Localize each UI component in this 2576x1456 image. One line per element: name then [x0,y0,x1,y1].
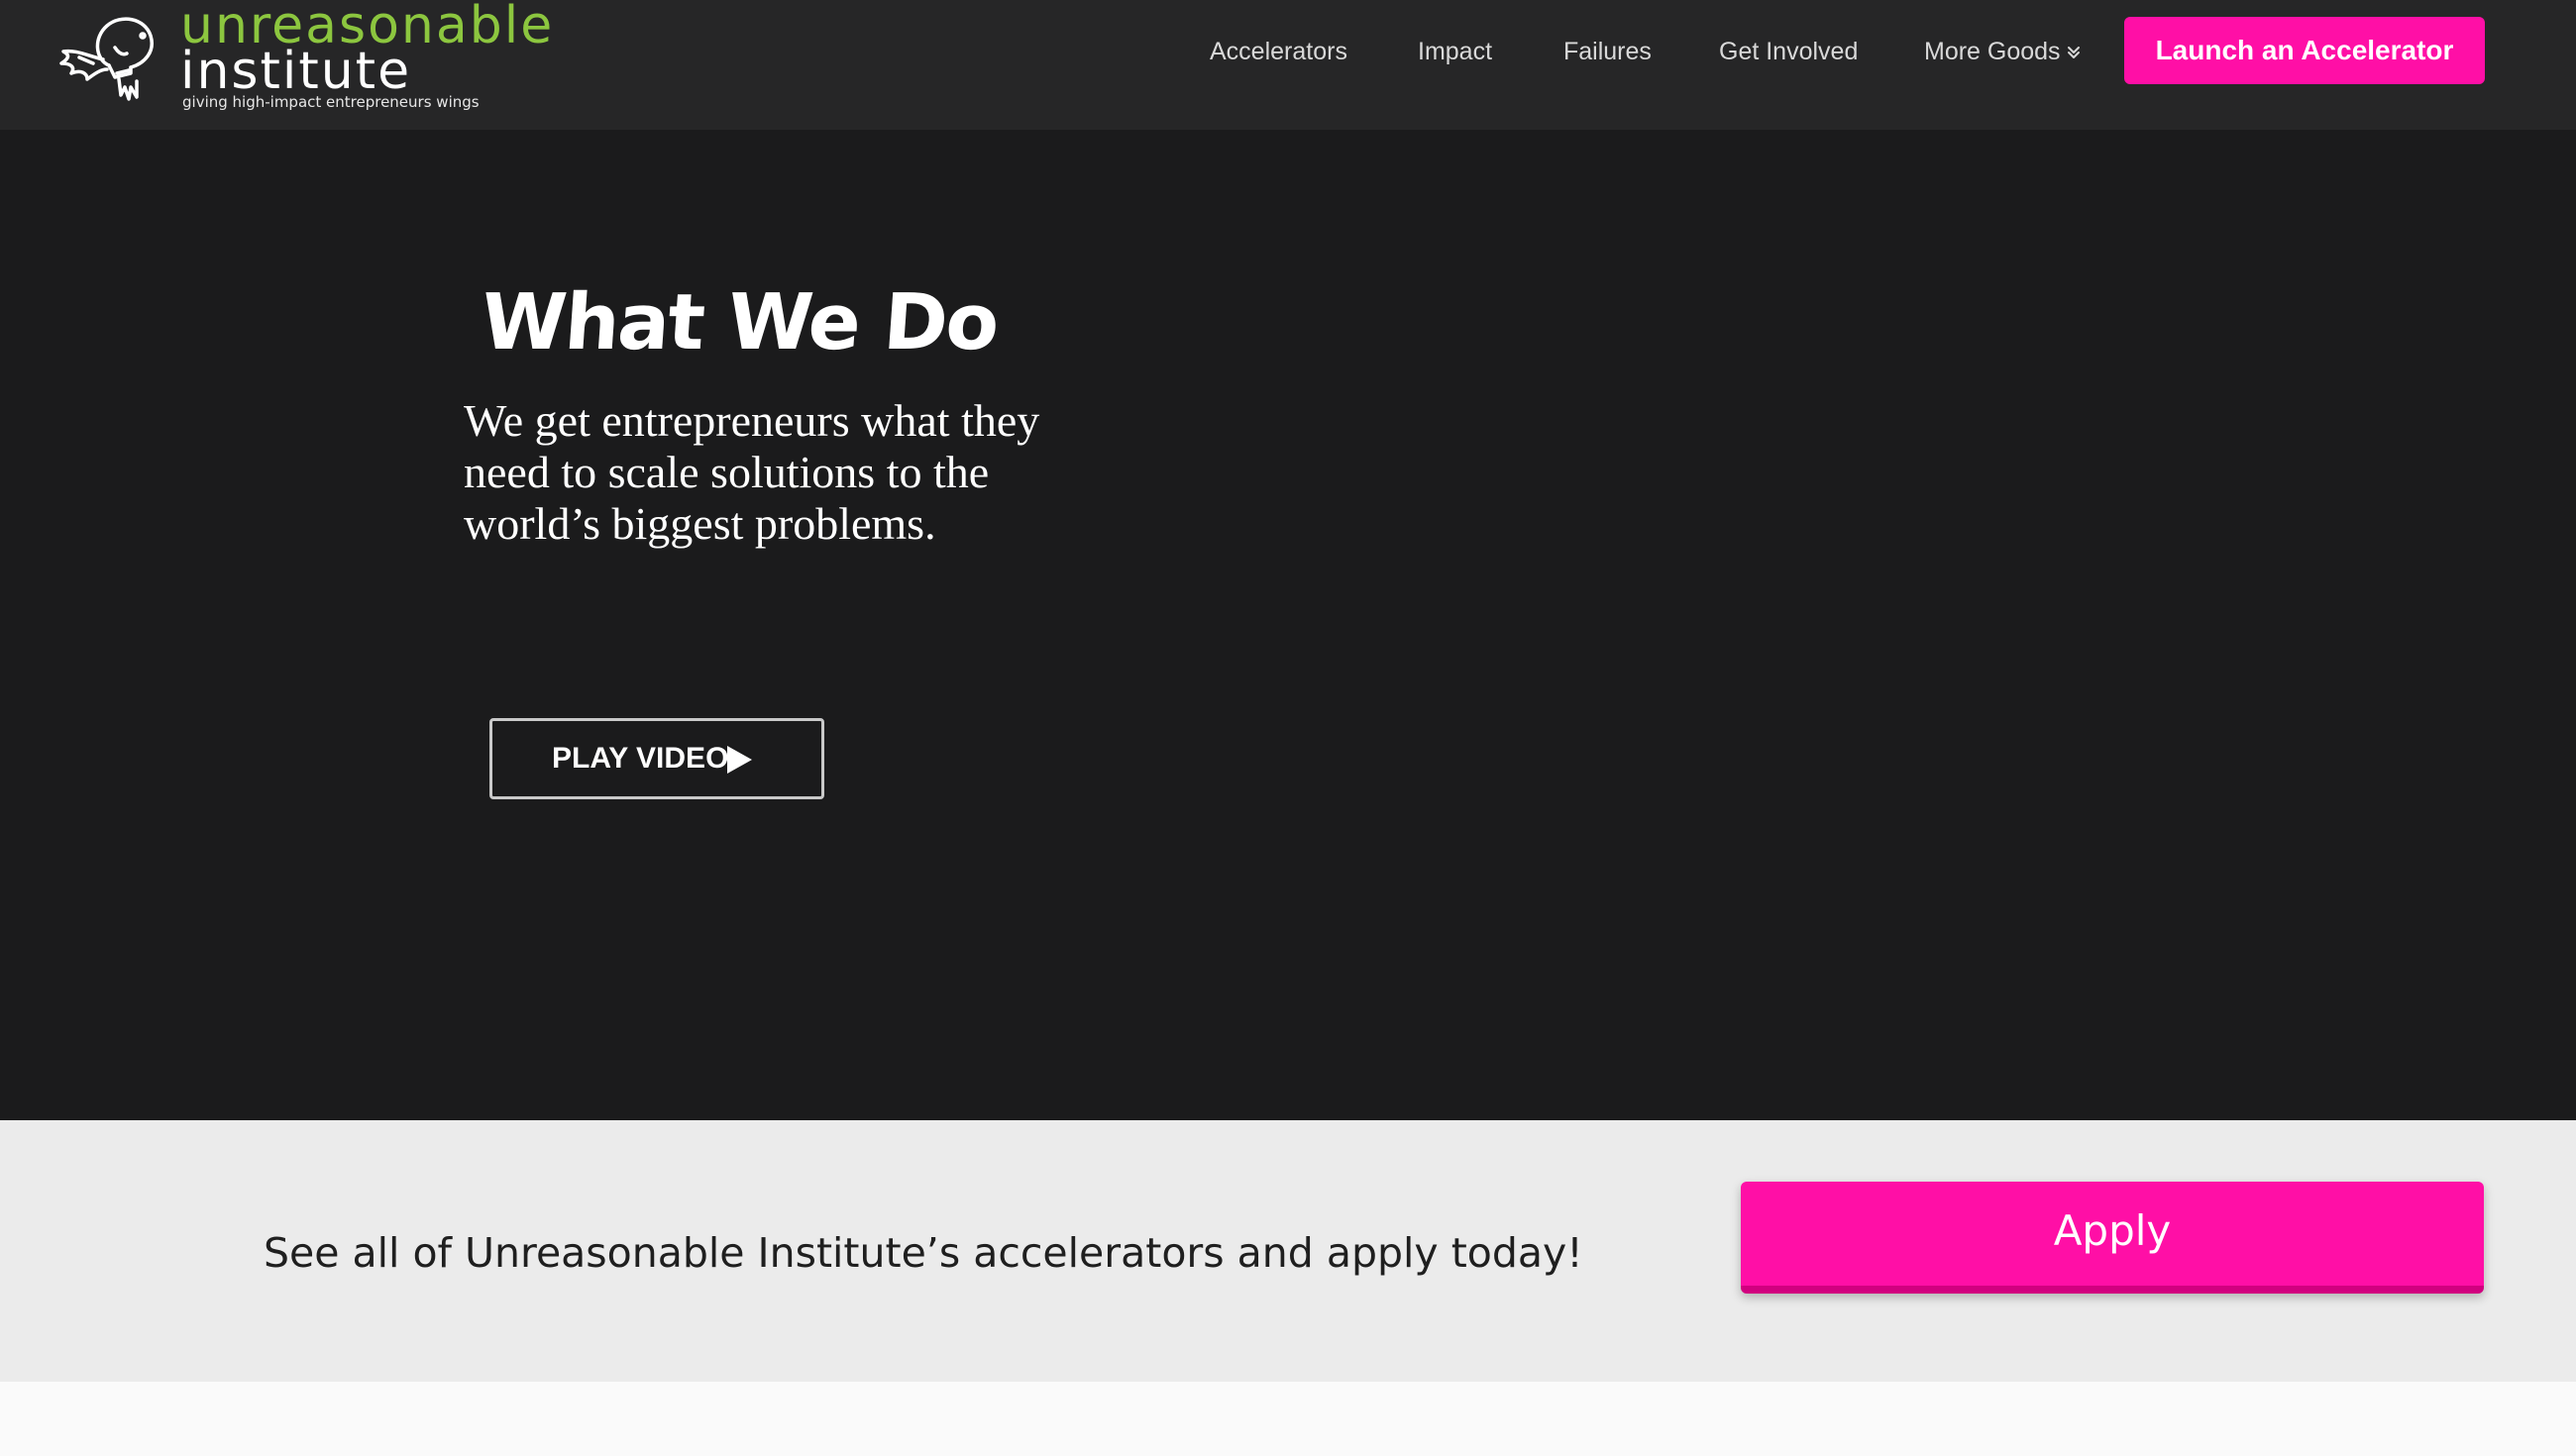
nav-item-failures[interactable]: Failures [1563,36,1652,67]
logo-tagline: giving high-impact entrepreneurs wings [182,93,480,111]
logo-link[interactable]: unreasonable institute giving high-impac… [57,0,553,121]
launch-accelerator-button[interactable]: Launch an Accelerator [2124,17,2485,84]
play-triangle-icon [727,746,752,774]
chevron-double-down-icon [2067,47,2080,59]
hero-description: We get entrepreneurs what they need to s… [464,395,1040,549]
logo-name-line2: institute [180,42,412,101]
hero-section: What We Do We get entrepreneurs what the… [0,130,2576,1120]
nav-item-get-involved[interactable]: Get Involved [1719,36,1858,67]
next-section-strip [0,1382,2576,1456]
apply-button[interactable]: Apply [1741,1182,2484,1294]
nav-item-more-goods-label: More Goods [1924,38,2061,65]
hero-title: What We Do [478,278,1001,367]
page: unreasonable institute giving high-impac… [0,0,2576,1456]
nav-item-impact[interactable]: Impact [1418,36,1492,67]
site-header: unreasonable institute giving high-impac… [0,0,2576,130]
play-video-label: PLAY VIDEO [552,742,729,775]
nav-item-more-goods[interactable]: More Goods [1924,36,2081,67]
nav-item-accelerators[interactable]: Accelerators [1210,36,1347,67]
apply-banner-text: See all of Unreasonable Institute’s acce… [264,1229,1583,1277]
play-video-button[interactable]: PLAY VIDEO [489,718,824,799]
apply-banner: See all of Unreasonable Institute’s acce… [0,1120,2576,1382]
winged-lightbulb-icon [59,17,154,101]
